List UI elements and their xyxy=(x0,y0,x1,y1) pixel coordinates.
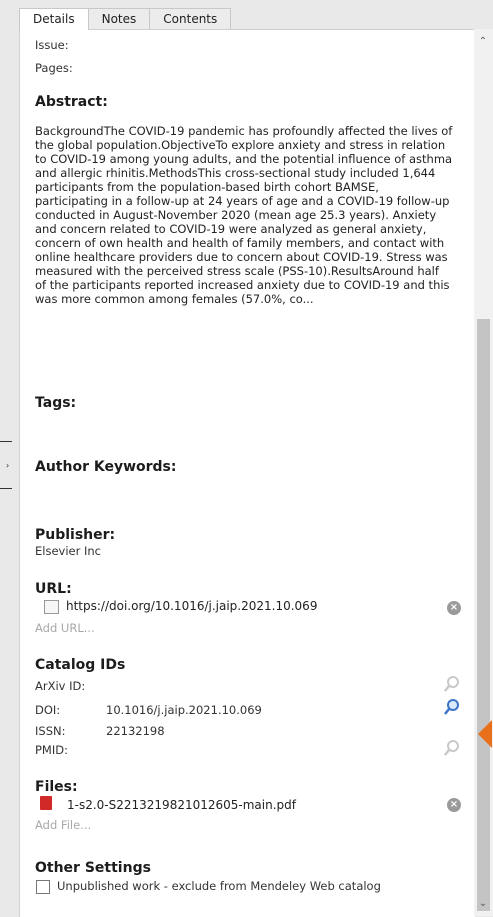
files-heading: Files: xyxy=(35,779,78,795)
scrollbar[interactable]: ⌃ ⌄ xyxy=(474,29,493,916)
publisher-value[interactable]: Elsevier Inc xyxy=(35,544,101,558)
unpublished-checkbox[interactable] xyxy=(36,880,50,894)
tags-heading: Tags: xyxy=(35,395,77,411)
divider xyxy=(0,488,12,489)
url-heading: URL: xyxy=(35,581,72,597)
abstract-heading: Abstract: xyxy=(35,94,108,110)
details-panel: Issue: Pages: Abstract: BackgroundThe CO… xyxy=(19,29,475,917)
tab-details[interactable]: Details xyxy=(19,8,89,30)
issn-label: ISSN: xyxy=(35,724,66,738)
file-link[interactable]: 1-s2.0-S2213219821012605-main.pdf xyxy=(67,798,296,812)
scroll-down-icon[interactable]: ⌄ xyxy=(478,899,488,909)
pages-label: Pages: xyxy=(35,61,73,75)
remove-file-icon[interactable]: × xyxy=(447,798,461,812)
collapse-panel-arrow-icon[interactable] xyxy=(478,720,492,748)
abstract-text[interactable]: BackgroundThe COVID-19 pandemic has prof… xyxy=(35,124,453,306)
doi-label: DOI: xyxy=(35,703,61,717)
pdf-file-icon xyxy=(40,796,52,810)
other-settings-heading: Other Settings xyxy=(35,860,151,876)
add-url-link[interactable]: Add URL... xyxy=(35,621,95,635)
tab-bar: Details Notes Contents xyxy=(19,8,232,30)
expand-arrow-icon[interactable]: › xyxy=(6,461,9,470)
catalog-heading: Catalog IDs xyxy=(35,657,126,673)
tab-contents[interactable]: Contents xyxy=(149,8,232,29)
search-pmid-icon[interactable] xyxy=(443,739,461,757)
author-keywords-heading: Author Keywords: xyxy=(35,459,177,475)
search-arxiv-icon[interactable] xyxy=(443,675,461,693)
scroll-up-icon[interactable]: ⌃ xyxy=(478,37,488,47)
remove-url-icon[interactable]: × xyxy=(447,601,461,615)
pmid-label: PMID: xyxy=(35,743,68,757)
divider xyxy=(0,441,12,442)
issn-value[interactable]: 22132198 xyxy=(106,724,165,738)
issue-label: Issue: xyxy=(35,38,69,52)
tab-notes[interactable]: Notes xyxy=(87,8,151,29)
search-doi-icon[interactable] xyxy=(443,698,461,716)
scrollbar-thumb[interactable] xyxy=(477,319,490,911)
arxiv-label: ArXiv ID: xyxy=(35,679,86,693)
url-link[interactable]: https://doi.org/10.1016/j.jaip.2021.10.0… xyxy=(66,599,317,613)
doi-value[interactable]: 10.1016/j.jaip.2021.10.069 xyxy=(106,703,262,717)
link-icon xyxy=(44,600,59,614)
add-file-link[interactable]: Add File... xyxy=(35,818,91,832)
unpublished-label: Unpublished work - exclude from Mendeley… xyxy=(57,879,381,893)
publisher-heading: Publisher: xyxy=(35,527,116,543)
